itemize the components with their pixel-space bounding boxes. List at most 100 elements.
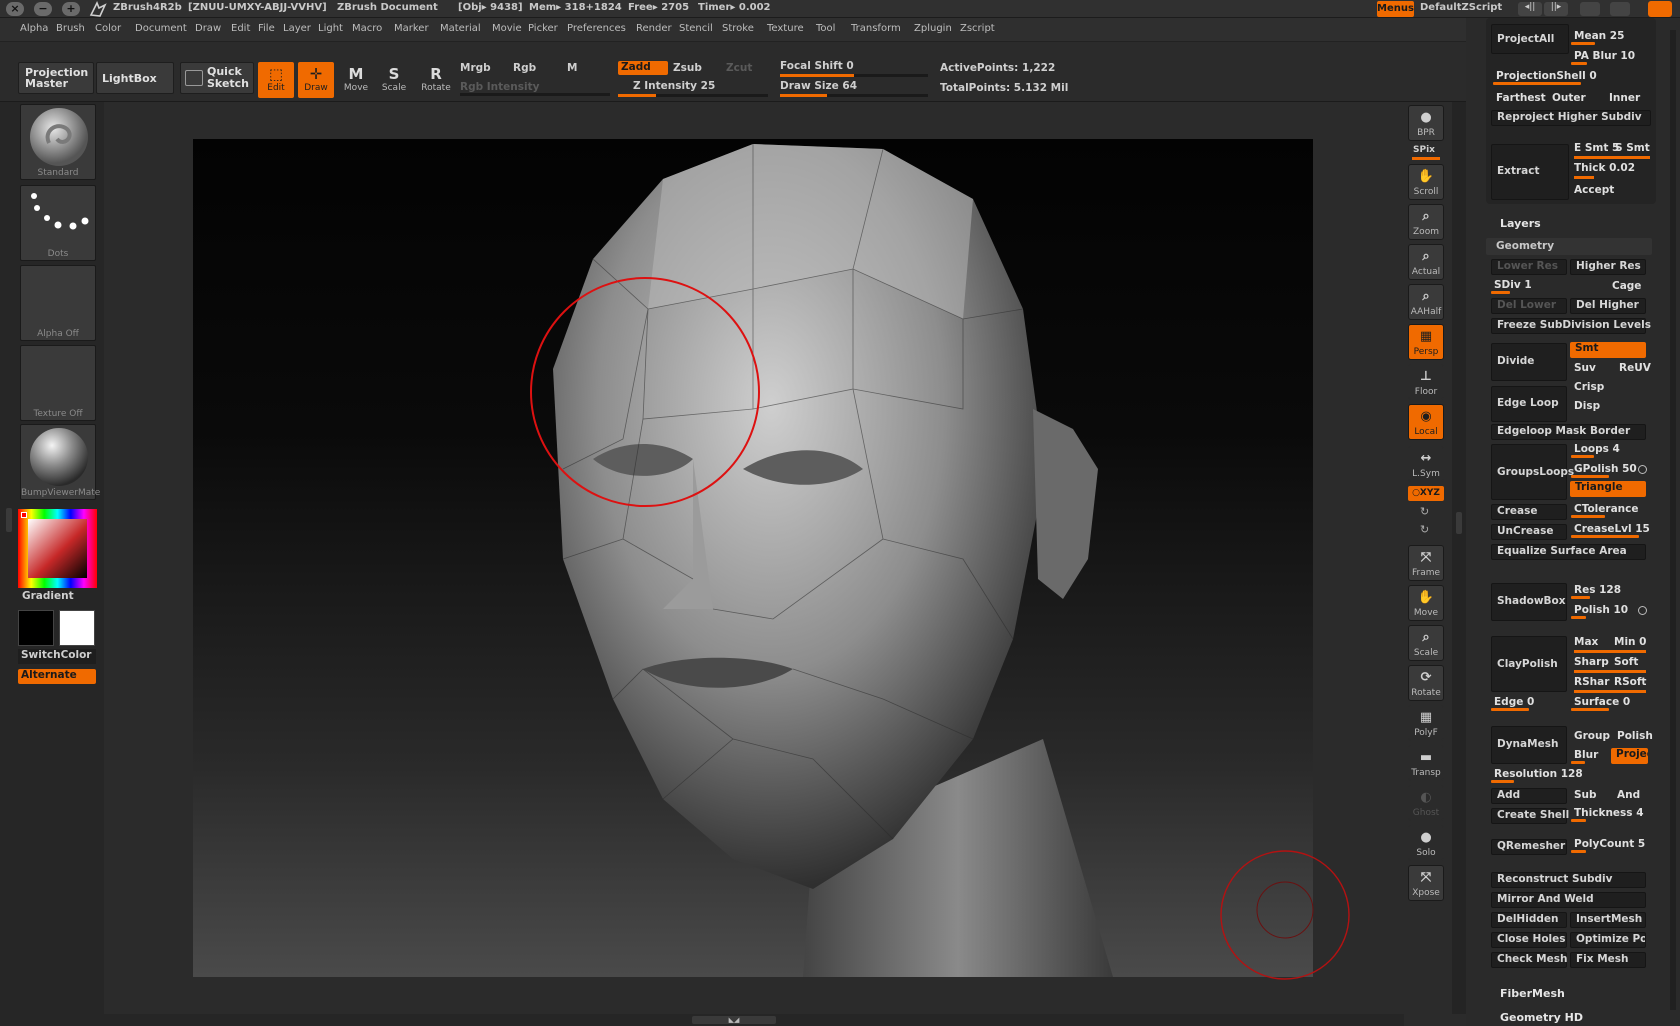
z-intensity-slider[interactable]: Z Intensity 25 xyxy=(633,80,715,92)
project-toggle[interactable]: Projec xyxy=(1611,748,1648,764)
create-shell-button[interactable]: Create Shell xyxy=(1491,808,1569,824)
min-slider[interactable]: Min 0 xyxy=(1611,636,1646,648)
polish-toggle-icon[interactable] xyxy=(1638,606,1647,615)
rgb-button[interactable]: Rgb xyxy=(513,62,536,74)
maximize-icon[interactable]: + xyxy=(62,2,80,16)
shadowbox-button[interactable]: ShadowBox xyxy=(1491,583,1567,621)
menu-marker[interactable]: Marker xyxy=(394,23,429,34)
geometry-hd-header[interactable]: Geometry HD xyxy=(1500,1011,1583,1024)
rotate-z-icon[interactable]: ↻ xyxy=(1420,523,1429,536)
main-color-swatch[interactable] xyxy=(18,610,54,646)
canvas-viewport[interactable] xyxy=(193,139,1313,977)
crease-button[interactable]: Crease xyxy=(1491,504,1567,520)
brush-selector[interactable]: Standard xyxy=(20,104,96,180)
sharp-slider[interactable]: Sharp xyxy=(1571,656,1609,668)
frame-button[interactable]: ⤧ Frame xyxy=(1408,545,1444,581)
aahalf-button[interactable]: ⌕ AAHalf xyxy=(1408,284,1444,320)
reproject-higher-subdiv-button[interactable]: Reproject Higher Subdiv xyxy=(1491,110,1651,126)
reconstruct-subdiv-button[interactable]: Reconstruct Subdiv xyxy=(1491,872,1646,888)
material-selector[interactable]: BumpViewerMate xyxy=(20,424,100,500)
s-smt-slider[interactable]: S Smt xyxy=(1612,142,1650,154)
move-mode-button[interactable]: M Move xyxy=(338,62,374,98)
edit-mode-button[interactable]: ⬚ Edit xyxy=(258,62,294,98)
right-tray-arrow-icon[interactable] xyxy=(1456,512,1462,534)
rotate-mode-button[interactable]: R Rotate xyxy=(418,62,454,98)
uncrease-button[interactable]: UnCrease xyxy=(1491,524,1567,540)
zadd-button[interactable]: Zadd xyxy=(618,61,668,75)
del-lower-button[interactable]: Del Lower xyxy=(1491,298,1567,314)
lower-res-button[interactable]: Lower Res xyxy=(1491,259,1567,275)
menu-edit[interactable]: Edit xyxy=(231,23,250,34)
menus-button[interactable]: Menus xyxy=(1377,1,1414,17)
menu-light[interactable]: Light xyxy=(318,23,343,34)
edgeloop-mask-border-button[interactable]: Edgeloop Mask Border xyxy=(1491,424,1646,440)
pa-blur-slider[interactable]: PA Blur 10 xyxy=(1571,50,1651,65)
scale-mode-button[interactable]: S Scale xyxy=(376,62,412,98)
texture-selector[interactable]: Texture Off xyxy=(20,345,96,421)
groupsloops-button[interactable]: GroupsLoops xyxy=(1491,444,1574,500)
projectall-button[interactable]: ProjectAll xyxy=(1491,24,1569,54)
window-icon[interactable] xyxy=(1610,2,1630,16)
menu-stencil[interactable]: Stencil xyxy=(679,23,713,34)
reuv-toggle[interactable]: ReUV xyxy=(1616,362,1651,374)
rotate-view-button[interactable]: ⟳ Rotate xyxy=(1408,665,1444,701)
menu-movie[interactable]: Movie xyxy=(492,23,522,34)
color-picker[interactable] xyxy=(18,509,97,588)
focal-shift-slider[interactable]: Focal Shift 0 xyxy=(780,60,854,72)
freeze-subdivision-levels-button[interactable]: Freeze SubDivision Levels xyxy=(1491,318,1651,334)
default-zscript-button[interactable]: DefaultZScript xyxy=(1420,2,1502,13)
fix-mesh-button[interactable]: Fix Mesh xyxy=(1570,952,1646,968)
del-higher-button[interactable]: Del Higher xyxy=(1570,298,1646,314)
menu-picker[interactable]: Picker xyxy=(528,23,558,34)
menu-file[interactable]: File xyxy=(258,23,275,34)
gpolish-slider[interactable]: GPolish 50 xyxy=(1571,463,1646,478)
edge-loop-button[interactable]: Edge Loop xyxy=(1491,386,1567,422)
color-picker-square[interactable] xyxy=(28,519,87,578)
soft-slider[interactable]: Soft xyxy=(1611,656,1638,668)
menu-texture[interactable]: Texture xyxy=(767,23,804,34)
polycount-slider[interactable]: PolyCount 5 xyxy=(1571,838,1646,853)
cage-button[interactable]: Cage xyxy=(1609,280,1641,292)
add-button[interactable]: Add xyxy=(1491,788,1567,804)
lightbox-button[interactable]: LightBox xyxy=(96,62,174,94)
claypolish-button[interactable]: ClayPolish xyxy=(1491,636,1567,692)
mirror-and-weld-button[interactable]: Mirror And Weld xyxy=(1491,892,1646,908)
crisp-toggle[interactable]: Crisp xyxy=(1571,381,1604,393)
smt-toggle[interactable]: Smt xyxy=(1570,342,1646,358)
extract-button[interactable]: Extract xyxy=(1491,144,1569,200)
menu-preferences[interactable]: Preferences xyxy=(567,23,626,34)
zcut-button[interactable]: Zcut xyxy=(726,62,752,74)
tray-left-arrow-icon[interactable]: ◂|| xyxy=(1518,2,1542,16)
thick-slider[interactable]: Thick 0.02 xyxy=(1571,162,1635,174)
actual-button[interactable]: ⌕ Actual xyxy=(1408,244,1444,280)
layout-icon[interactable] xyxy=(1580,2,1600,16)
accept-button[interactable]: Accept xyxy=(1571,184,1614,196)
max-slider[interactable]: Max xyxy=(1571,636,1598,648)
menu-document[interactable]: Document xyxy=(135,23,187,34)
menu-brush[interactable]: Brush xyxy=(56,23,85,34)
menu-zplugin[interactable]: Zplugin xyxy=(914,23,952,34)
menu-transform[interactable]: Transform xyxy=(851,23,901,34)
lsym-button[interactable]: ↔ L.Sym xyxy=(1408,446,1444,482)
projection-master-button[interactable]: Projection Master xyxy=(18,62,94,94)
rotate-y-icon[interactable]: ↻ xyxy=(1420,505,1429,518)
scroll-button[interactable]: ✋ Scroll xyxy=(1408,164,1444,200)
solo-button[interactable]: ● Solo xyxy=(1408,825,1444,861)
transp-button[interactable]: ▬ Transp xyxy=(1408,745,1444,781)
blur-slider[interactable]: Blur xyxy=(1571,749,1607,764)
resolution-slider[interactable]: Resolution 128 xyxy=(1491,768,1646,783)
move-view-button[interactable]: ✋ Move xyxy=(1408,585,1444,621)
rgb-intensity-slider[interactable]: Rgb Intensity xyxy=(460,81,539,93)
edge-slider[interactable]: Edge 0 xyxy=(1491,696,1566,711)
gpolish-toggle-icon[interactable] xyxy=(1638,465,1647,474)
lock-icon[interactable] xyxy=(1648,1,1672,17)
menu-tool[interactable]: Tool xyxy=(816,23,835,34)
geometry-header[interactable]: Geometry xyxy=(1486,238,1652,255)
menu-alpha[interactable]: Alpha xyxy=(20,23,48,34)
thickness-slider[interactable]: Thickness 4 xyxy=(1571,807,1646,822)
higher-res-button[interactable]: Higher Res xyxy=(1570,259,1646,275)
rsoft-slider[interactable]: RSoft xyxy=(1611,676,1646,688)
fibermesh-header[interactable]: FiberMesh xyxy=(1500,987,1565,1000)
inner-button[interactable]: Inner xyxy=(1606,92,1640,104)
insertmesh-button[interactable]: InsertMesh xyxy=(1570,912,1646,928)
